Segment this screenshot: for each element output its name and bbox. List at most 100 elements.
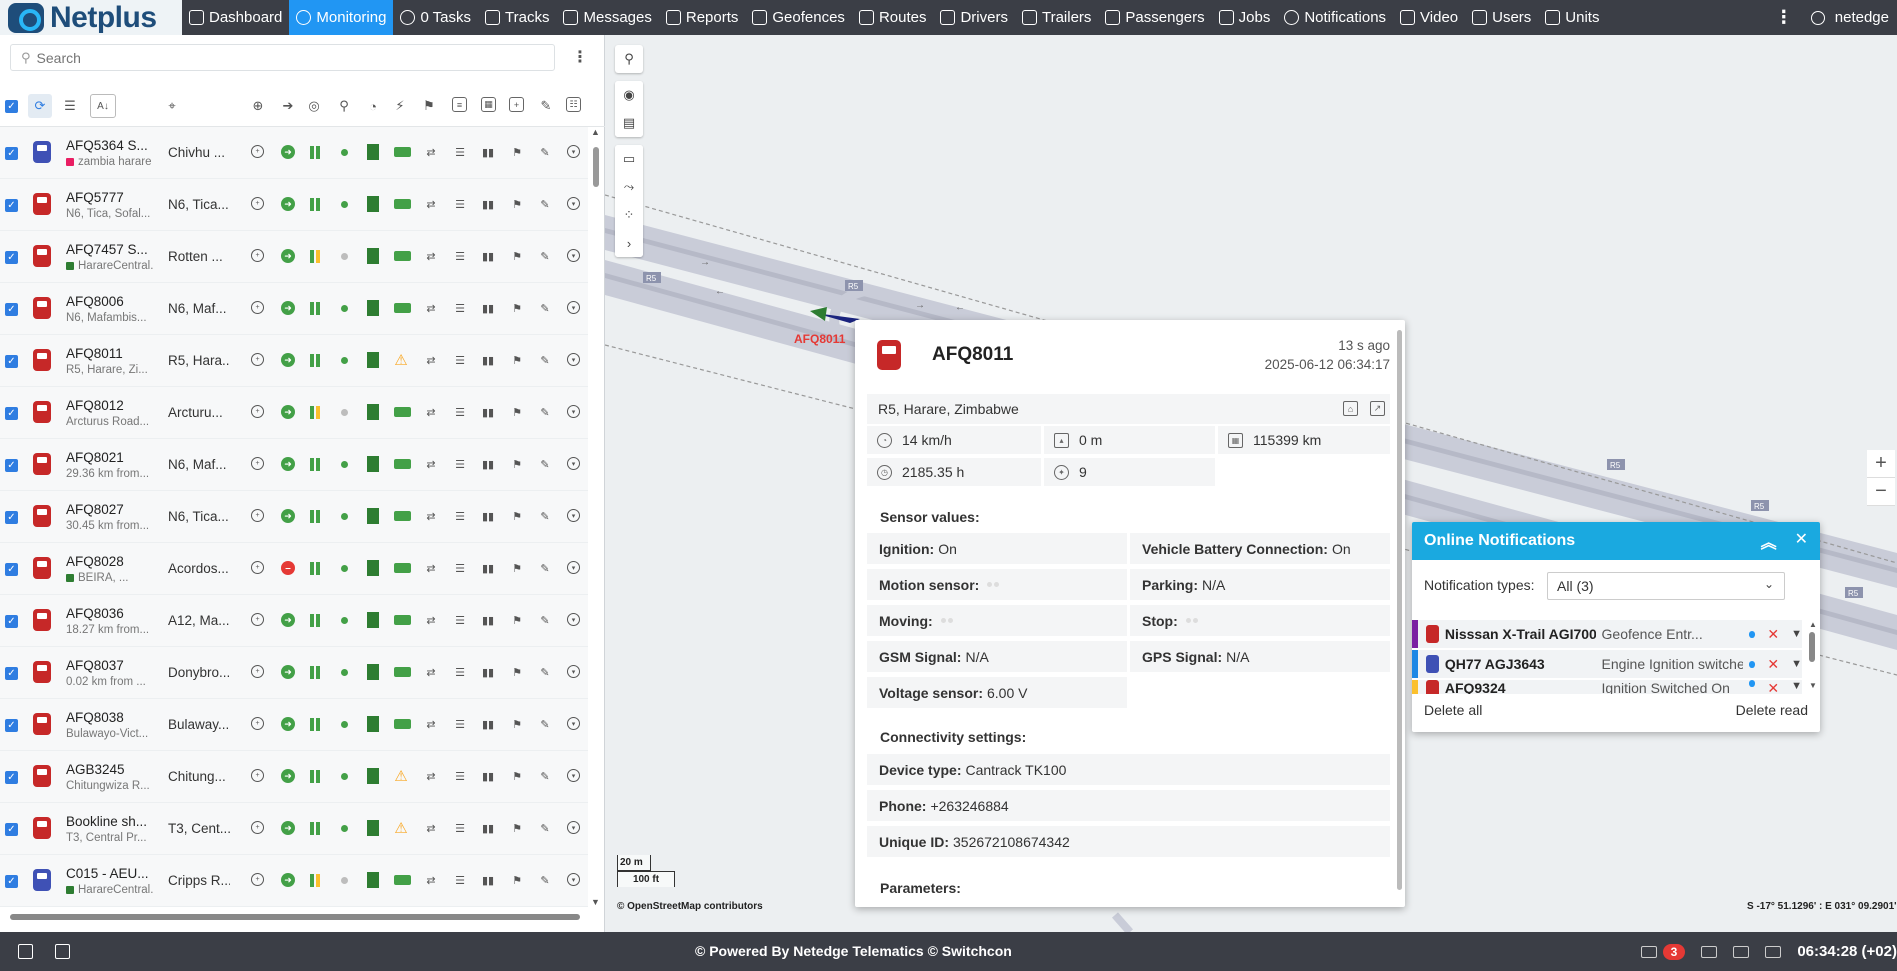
connection-dot-icon[interactable] — [337, 717, 351, 731]
ignition-bar-icon[interactable] — [308, 873, 322, 887]
unit-checkbox[interactable]: ✓ — [5, 823, 18, 836]
ignition-bar-icon[interactable] — [308, 301, 322, 315]
messages-icon[interactable]: ☰ — [453, 717, 467, 731]
report-icon[interactable]: ▮▮ — [481, 197, 495, 211]
more-options-icon[interactable]: ▾ — [567, 873, 580, 886]
unit-checkbox[interactable]: ✓ — [5, 771, 18, 784]
battery-status-icon[interactable]: ⚠ — [394, 768, 408, 785]
locate-icon[interactable]: + — [251, 873, 264, 886]
gps-status-icon[interactable] — [367, 872, 379, 888]
flag-icon[interactable]: ⚑ — [510, 873, 524, 887]
unit-row[interactable]: ✓ AFQ8028 BEIRA, ... Acordos... + – ⇄ ☰ ▮▮ ⚑ ✎ ▾ — [0, 543, 588, 595]
more-options-icon[interactable]: ▾ — [567, 509, 580, 522]
battery-status-icon[interactable] — [394, 407, 411, 417]
battery-status-icon[interactable] — [394, 459, 411, 469]
nav-users[interactable]: Users — [1465, 0, 1538, 35]
commands-icon[interactable]: ⇄ — [424, 561, 438, 575]
report-icon[interactable]: ▮▮ — [481, 561, 495, 575]
locate-icon[interactable]: + — [251, 821, 264, 834]
messages-icon[interactable]: ☰ — [453, 301, 467, 315]
edit-icon[interactable]: ✎ — [538, 249, 552, 263]
unit-name[interactable]: AFQ8036 — [66, 606, 154, 621]
map-search-icon[interactable]: ⚲ — [615, 45, 643, 73]
messages-icon[interactable]: ☰ — [453, 873, 467, 887]
user-menu[interactable]: netedge — [1810, 9, 1889, 26]
connection-dot-icon[interactable] — [337, 249, 351, 263]
gps-status-icon[interactable] — [367, 716, 379, 732]
battery-status-icon[interactable]: ⚠ — [394, 352, 408, 369]
battery-status-icon[interactable] — [394, 667, 411, 677]
notification-row[interactable]: AFQ9324 Ignition Switched On ✕ ▼ — [1412, 680, 1802, 694]
more-options-icon[interactable]: ▾ — [567, 821, 580, 834]
expand-chevron-icon[interactable]: ▼ — [1791, 680, 1802, 692]
gps-status-icon[interactable] — [367, 612, 379, 628]
commands-icon[interactable]: ⇄ — [424, 769, 438, 783]
unit-checkbox[interactable]: ✓ — [5, 667, 18, 680]
notifications-badge[interactable]: 3 — [1662, 943, 1686, 960]
commands-icon[interactable]: ⇄ — [424, 821, 438, 835]
battery-status-icon[interactable]: ⚠ — [394, 820, 408, 837]
nav-routes[interactable]: Routes — [852, 0, 934, 35]
ignition-bar-icon[interactable] — [308, 197, 322, 211]
unit-checkbox[interactable]: ✓ — [5, 615, 18, 628]
commands-icon[interactable]: ⇄ — [424, 457, 438, 471]
unit-row[interactable]: ✓ AFQ7457 S... HarareCentral... Rotten ... +… — [0, 231, 588, 283]
horizontal-scrollbar[interactable] — [10, 914, 580, 920]
commands-icon[interactable]: ⇄ — [424, 717, 438, 731]
ignition-bar-icon[interactable] — [308, 509, 322, 523]
eye-icon[interactable]: ◉ — [615, 81, 643, 109]
gps-status-icon[interactable] — [367, 144, 379, 160]
nav-trailers[interactable]: Trailers — [1015, 0, 1098, 35]
ignition-bar-icon[interactable] — [308, 665, 322, 679]
unit-name[interactable]: AFQ5364 S... — [66, 138, 154, 153]
ignition-bar-icon[interactable] — [308, 145, 322, 159]
commands-icon[interactable]: ⇄ — [424, 613, 438, 627]
connection-dot-icon[interactable] — [337, 821, 351, 835]
battery-status-icon[interactable] — [394, 303, 411, 313]
commands-icon[interactable]: ⇄ — [424, 145, 438, 159]
messages-icon[interactable]: ☰ — [453, 561, 467, 575]
gps-status-icon[interactable] — [367, 820, 379, 836]
edit-icon[interactable]: ✎ — [538, 613, 552, 627]
edit-icon[interactable]: ✎ — [538, 717, 552, 731]
connection-dot-icon[interactable] — [337, 561, 351, 575]
battery-status-icon[interactable] — [394, 615, 411, 625]
battery-status-icon[interactable] — [394, 511, 411, 521]
list-scrollbar[interactable]: ▲ ▼ — [589, 127, 603, 907]
commands-icon[interactable]: ⇄ — [424, 509, 438, 523]
edit-icon[interactable]: ✎ — [538, 509, 552, 523]
nav-dashboard[interactable]: Dashboard — [182, 0, 289, 35]
nav-passengers[interactable]: Passengers — [1098, 0, 1211, 35]
flag-icon[interactable]: ⚑ — [420, 97, 438, 115]
ignition-bar-icon[interactable] — [308, 717, 322, 731]
more-options-icon[interactable]: ▾ — [567, 561, 580, 574]
calendar-icon[interactable]: ▦ — [481, 97, 496, 112]
map-attribution[interactable]: © OpenStreetMap contributors — [617, 901, 763, 912]
nodes-icon[interactable]: ⁘ — [615, 201, 643, 229]
ignition-bar-icon[interactable] — [308, 769, 322, 783]
connection-dot-icon[interactable] — [337, 457, 351, 471]
notifications-tray-icon[interactable] — [1640, 945, 1657, 958]
unit-row[interactable]: ✓ AGB3245 Chitungwiza R... Chitung... + ➜ ⚠ ⇄ ☰ ▮… — [0, 751, 588, 803]
open-external-icon[interactable]: ↗ — [1370, 401, 1385, 416]
gps-status-icon[interactable] — [367, 664, 379, 680]
report-icon[interactable]: ▮▮ — [481, 405, 495, 419]
report-icon[interactable]: ▮▮ — [481, 353, 495, 367]
edit-icon[interactable]: ✎ — [538, 197, 552, 211]
unit-name[interactable]: AFQ8021 — [66, 450, 154, 465]
edit-icon[interactable]: ✎ — [538, 145, 552, 159]
report-icon[interactable]: ▮▮ — [481, 873, 495, 887]
commands-icon[interactable]: ⇄ — [424, 301, 438, 315]
flag-icon[interactable]: ⚑ — [510, 769, 524, 783]
battery-status-icon[interactable] — [394, 251, 411, 261]
zoom-in-button[interactable]: + — [1867, 450, 1895, 478]
clipboard-icon[interactable]: ☷ — [566, 97, 581, 112]
locate-icon[interactable]: + — [251, 457, 264, 470]
search-input[interactable] — [36, 49, 554, 66]
unit-row[interactable]: ✓ AFQ8027 30.45 km from... N6, Tica... + ➜ ⇄ ☰ ▮… — [0, 491, 588, 543]
locate-icon[interactable]: + — [251, 301, 264, 314]
motion-state-icon[interactable]: ➜ — [281, 769, 295, 783]
map-layers-icon[interactable]: ▤ — [615, 109, 643, 137]
unit-checkbox[interactable]: ✓ — [5, 875, 18, 888]
unit-name[interactable]: AFQ8027 — [66, 502, 154, 517]
